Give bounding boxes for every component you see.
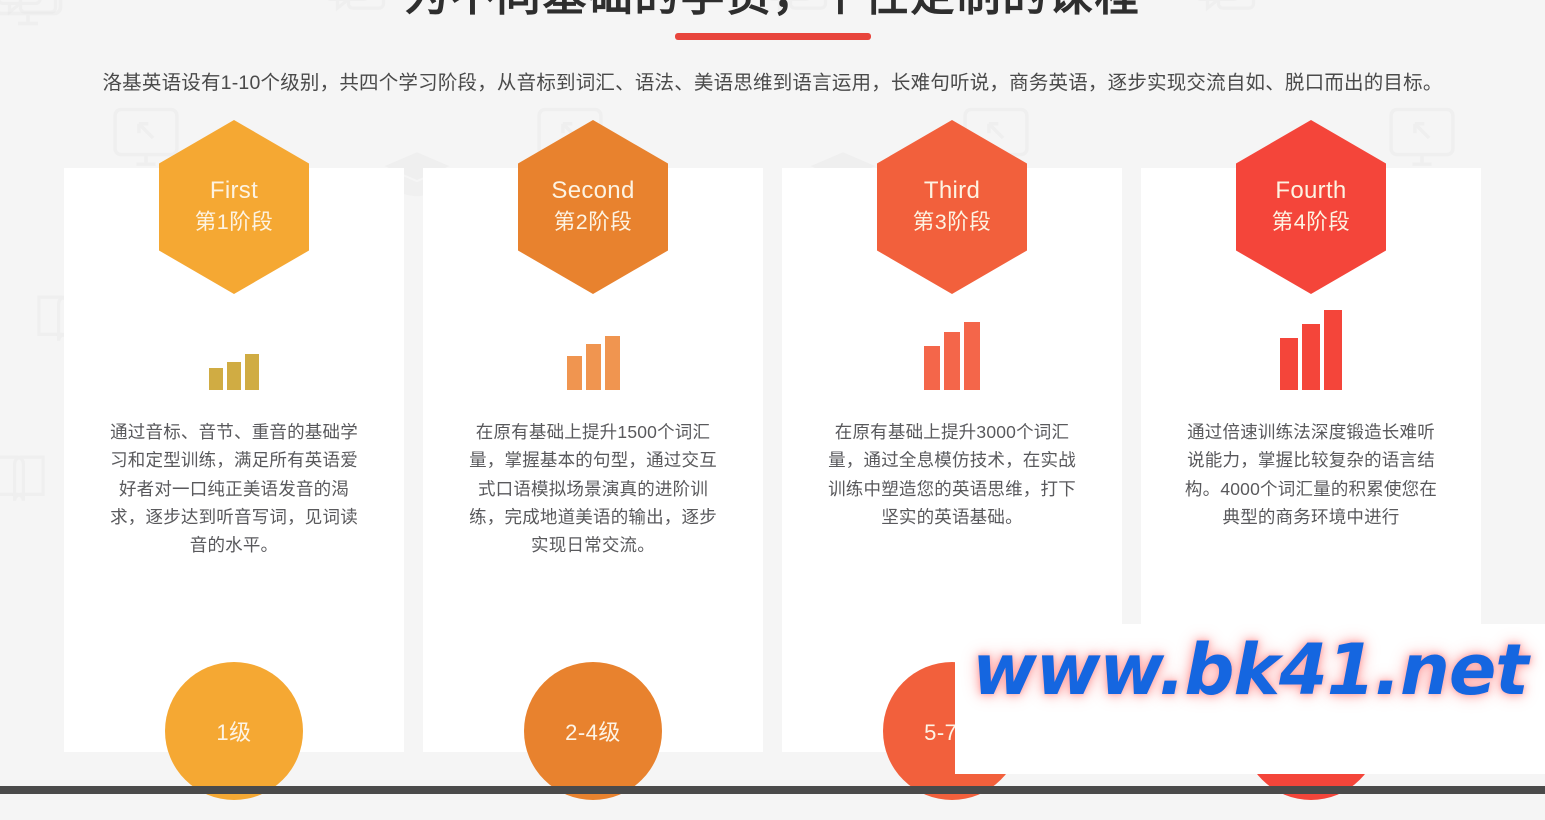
stage-card-1[interactable]: First 第1阶段 通过音标、音节、重音的基础学习和定型训练，满足所有英语爱好… [64, 120, 404, 800]
bar-chart-bar [604, 336, 620, 390]
bar-chart-bar [964, 322, 980, 390]
stage-card-2[interactable]: Second 第2阶段 在原有基础上提升1500个词汇量，掌握基本的句型，通过交… [423, 120, 763, 800]
stage-level-label-2: 2-4级 [565, 720, 621, 745]
bar-chart-icon-2 [566, 318, 620, 390]
bar-chart-icon-1 [209, 318, 259, 390]
bar-chart-bar [227, 362, 241, 390]
stage-description-4: 通过倍速训练法深度锻造长难听说能力，掌握比较复杂的语言结构。4000个词汇量的积… [1184, 422, 1438, 528]
section-header: 为不同基础的学员，个性定制的课程 洛基英语设有1-10个级别，共四个学习阶段，从… [0, 0, 1545, 95]
site-watermark-text: www.bk41.net [972, 629, 1529, 711]
stage-badge-en-4: Fourth [1275, 176, 1347, 204]
bar-chart-bar [1302, 324, 1320, 390]
bar-chart-bar [209, 368, 223, 390]
stage-badge-cn-1: 第1阶段 [194, 209, 274, 234]
bar-chart-bar [924, 346, 940, 390]
title-underline [674, 33, 871, 40]
bar-chart-bar [245, 354, 259, 390]
stage-level-label-1: 1级 [216, 720, 252, 745]
bar-chart-icon-3 [924, 318, 980, 390]
stage-description-3: 在原有基础上提升3000个词汇量，通过全息模仿技术，在实战训练中塑造您的英语思维… [828, 422, 1076, 528]
bottom-strip [0, 786, 1545, 794]
stage-description-2: 在原有基础上提升1500个词汇量，掌握基本的句型，通过交互式口语模拟场景演真的进… [469, 422, 717, 556]
stage-badge-cn-3: 第3阶段 [912, 209, 992, 234]
bar-chart-icon-4 [1280, 310, 1342, 390]
stage-level-circle-1: 1级 [165, 662, 303, 800]
bar-chart-bar [585, 344, 601, 390]
stage-badge-en-1: First [209, 176, 259, 204]
bar-chart-bar [1324, 310, 1342, 390]
bar-chart-bar [944, 332, 960, 390]
stage-level-circle-2: 2-4级 [524, 662, 662, 800]
stage-badge-cn-4: 第4阶段 [1271, 209, 1351, 234]
page-subtitle: 洛基英语设有1-10个级别，共四个学习阶段，从音标到词汇、语法、美语思维到语言运… [102, 72, 1443, 94]
bar-chart-bar [566, 356, 582, 390]
site-watermark: www.bk41.net [955, 624, 1545, 774]
stage-badge-cn-2: 第2阶段 [553, 209, 633, 234]
stage-description-1: 通过音标、音节、重音的基础学习和定型训练，满足所有英语爱好者对一口纯正美语发音的… [110, 422, 358, 556]
stage-badge-en-2: Second [551, 176, 635, 204]
bar-chart-bar [1280, 338, 1298, 390]
page-title: 为不同基础的学员，个性定制的课程 [0, 0, 1545, 20]
stage-badge-en-3: Third [923, 176, 981, 204]
